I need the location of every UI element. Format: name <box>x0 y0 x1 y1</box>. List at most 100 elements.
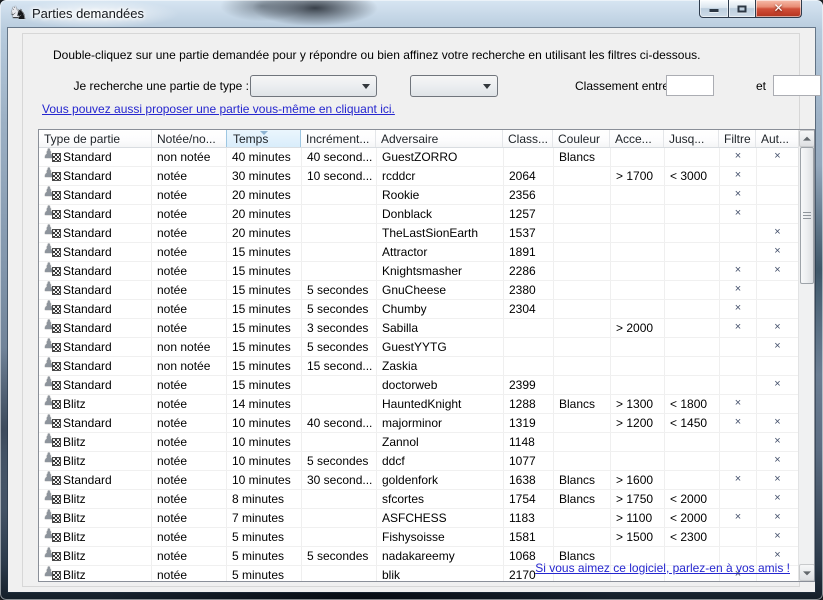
table-row[interactable]: ♟Standardnotée20 minutesDonblack1257× <box>39 205 798 224</box>
chevron-down-icon <box>362 84 370 89</box>
cell-increment: 10 second... <box>302 167 377 185</box>
table-row[interactable]: ♟Standardnon notée15 minutes5 secondesGu… <box>39 338 798 357</box>
column-header-increment[interactable]: Incrément... <box>301 130 376 147</box>
column-header-above[interactable]: Acce... <box>610 130 664 147</box>
cell-filter: × <box>720 148 757 166</box>
table-row[interactable]: ♟Blitznotée8 minutessfcortes1754Blancs> … <box>39 490 798 509</box>
cell-time: 10 minutes <box>227 414 302 432</box>
table-row[interactable]: ♟Standardnotée15 minutesAttractor1891× <box>39 243 798 262</box>
cell-rating: 1581 <box>504 528 554 546</box>
cell-increment <box>302 243 377 261</box>
cell-adversary: Rookie <box>377 186 504 204</box>
share-link[interactable]: Si vous aimez ce logiciel, parlez-en à v… <box>535 561 790 575</box>
cell-below <box>665 471 720 489</box>
cell-color <box>554 433 611 451</box>
chess-pawn-board-icon: ♟ <box>44 511 61 524</box>
table-row[interactable]: ♟Standardnotée15 minutesdoctorweb2399× <box>39 376 798 395</box>
scrollbar-thumb[interactable] <box>800 147 814 284</box>
game-subtype-select[interactable] <box>410 75 498 97</box>
cell-rated: notée <box>152 205 227 223</box>
cell-type: ♟Standard <box>39 148 152 166</box>
chess-pawn-board-icon: ♟ <box>44 473 61 486</box>
cell-type: ♟Standard <box>39 205 152 223</box>
table-row[interactable]: ♟Standardnon notée15 minutes15 second...… <box>39 357 798 376</box>
table-row[interactable]: ♟Blitznotée10 minutesZannol1148× <box>39 433 798 452</box>
cell-filter: × <box>720 186 757 204</box>
maximize-button[interactable] <box>729 0 756 18</box>
table-row[interactable]: ♟Standardnotée15 minutes5 secondesGnuChe… <box>39 281 798 300</box>
cell-rated: notée <box>152 300 227 318</box>
chess-pawn-board-icon: ♟ <box>44 549 61 562</box>
column-header-color[interactable]: Couleur <box>553 130 610 147</box>
minimize-button[interactable] <box>699 0 729 18</box>
cell-adversary: GuestZORRO <box>377 148 504 166</box>
column-header-auto[interactable]: Aut... <box>756 130 797 147</box>
cell-color <box>554 224 611 242</box>
cell-time: 15 minutes <box>227 300 302 318</box>
column-header-rating[interactable]: Class... <box>503 130 553 147</box>
cell-rated: notée <box>152 186 227 204</box>
cell-filter <box>720 357 757 375</box>
cell-rating: 1319 <box>504 414 554 432</box>
cell-type: ♟Blitz <box>39 490 152 508</box>
table-row[interactable]: ♟Blitznotée14 minutesHauntedKnight1288Bl… <box>39 395 798 414</box>
cell-time: 5 minutes <box>227 528 302 546</box>
cell-above <box>611 243 665 261</box>
cell-rated: notée <box>152 452 227 470</box>
column-header-filter[interactable]: Filtre <box>719 130 756 147</box>
cell-above <box>611 452 665 470</box>
cell-below: < 2000 <box>665 509 720 527</box>
column-header-type[interactable]: Type de partie <box>39 130 152 147</box>
table-row[interactable]: ♟Blitznotée10 minutes5 secondesddcf1077× <box>39 452 798 471</box>
cell-color: Blancs <box>554 395 611 413</box>
titlebar[interactable]: ♞♞ Parties demandées ✕ <box>0 0 823 28</box>
cell-rated: notée <box>152 281 227 299</box>
cell-auto: × <box>757 338 798 356</box>
game-type-select[interactable] <box>250 75 377 97</box>
cell-rating: 1537 <box>504 224 554 242</box>
column-header-adversary[interactable]: Adversaire <box>376 130 503 147</box>
column-header-rated[interactable]: Notée/no... <box>152 130 227 147</box>
cell-increment: 3 secondes <box>302 319 377 337</box>
close-button[interactable]: ✕ <box>756 0 802 18</box>
column-header-below[interactable]: Jusq... <box>664 130 719 147</box>
chess-pawn-board-icon: ♟ <box>44 245 61 258</box>
cell-below <box>665 319 720 337</box>
cell-adversary: majorminor <box>377 414 504 432</box>
table-row[interactable]: ♟Standardnotée20 minutesRookie2356× <box>39 186 798 205</box>
vertical-scrollbar[interactable] <box>798 130 814 581</box>
cell-above: > 1100 <box>611 509 665 527</box>
cell-increment <box>302 433 377 451</box>
table-row[interactable]: ♟Standardnotée10 minutes30 second...gold… <box>39 471 798 490</box>
cell-type: ♟Blitz <box>39 452 152 470</box>
cell-above: > 1700 <box>611 167 665 185</box>
table-row[interactable]: ♟Standardnotée20 minutesTheLastSionEarth… <box>39 224 798 243</box>
cell-rated: notée <box>152 414 227 432</box>
table-row[interactable]: ♟Standardnotée15 minutesKnightsmasher228… <box>39 262 798 281</box>
cell-auto: × <box>757 452 798 470</box>
table-row[interactable]: ♟Standardnotée15 minutes5 secondesChumby… <box>39 300 798 319</box>
cell-rated: notée <box>152 319 227 337</box>
column-header-time[interactable]: Temps <box>226 130 301 147</box>
cell-filter: × <box>720 471 757 489</box>
scroll-up-button[interactable] <box>799 130 815 147</box>
chess-pawn-board-icon: ♟ <box>44 340 61 353</box>
rating-max-input[interactable] <box>773 75 821 96</box>
table-row[interactable]: ♟Standardnotée30 minutes10 second...rcdd… <box>39 167 798 186</box>
scroll-down-button[interactable] <box>799 564 815 581</box>
table-row[interactable]: ♟Blitznotée5 minutesFishysoisse1581> 150… <box>39 528 798 547</box>
cell-time: 15 minutes <box>227 262 302 280</box>
propose-game-link[interactable]: Vous pouvez aussi proposer une partie vo… <box>42 102 395 116</box>
table-row[interactable]: ♟Standardnotée15 minutes3 secondesSabill… <box>39 319 798 338</box>
cell-increment <box>302 262 377 280</box>
cell-below: < 1800 <box>665 395 720 413</box>
cell-time: 7 minutes <box>227 509 302 527</box>
cell-above: > 1500 <box>611 528 665 546</box>
table-row[interactable]: ♟Standardnon notée40 minutes40 second...… <box>39 148 798 167</box>
table-row[interactable]: ♟Blitznotée7 minutesASFCHESS1183> 1100< … <box>39 509 798 528</box>
cell-rating: 2380 <box>504 281 554 299</box>
cell-auto <box>757 357 798 375</box>
rating-min-input[interactable] <box>666 75 714 96</box>
table-row[interactable]: ♟Standardnotée10 minutes40 second...majo… <box>39 414 798 433</box>
cell-type: ♟Standard <box>39 338 152 356</box>
